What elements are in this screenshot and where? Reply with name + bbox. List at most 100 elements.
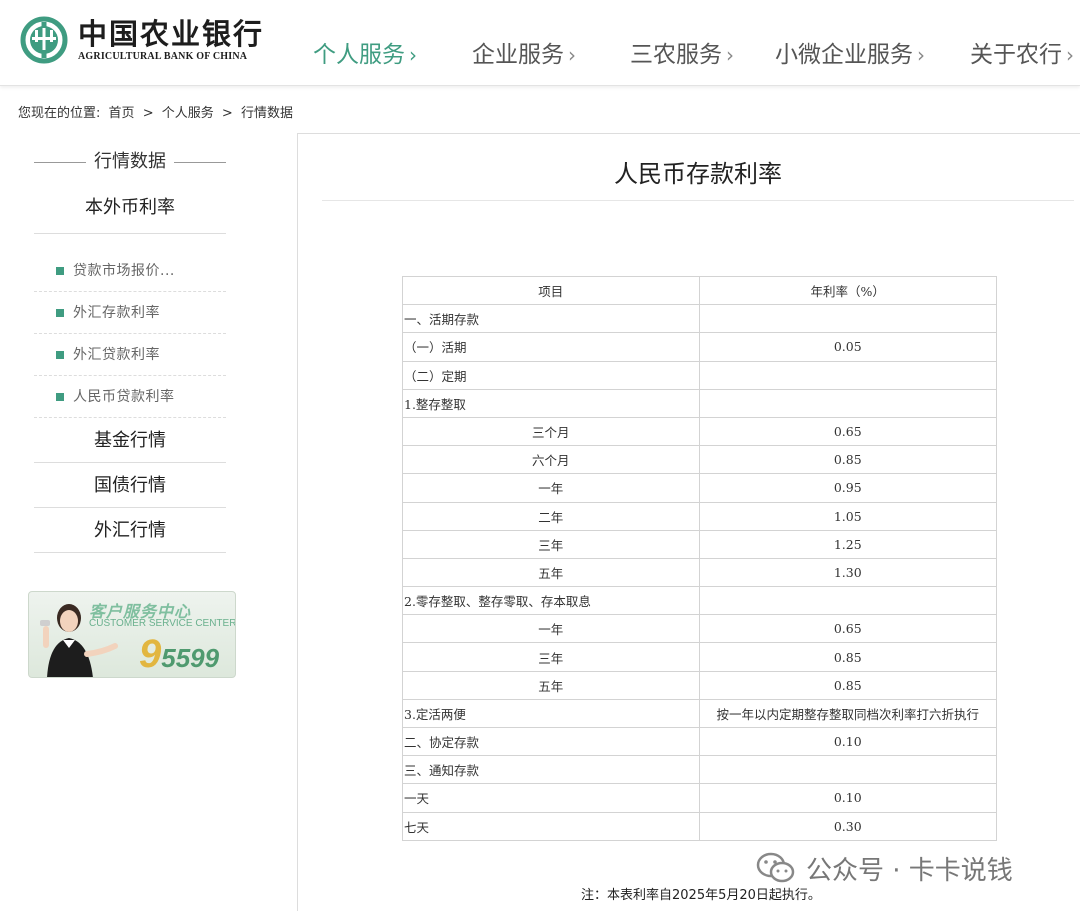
cell-item: 一年: [402, 614, 700, 644]
cell-item: 一年: [402, 473, 700, 503]
breadcrumb-separator: >: [221, 106, 233, 121]
nav-agriculture-services[interactable]: 三农服务 ›: [630, 38, 734, 72]
title-divider-left: [34, 162, 86, 163]
table-row: 三个月 0.65: [402, 416, 997, 447]
table-row: 五年 1.30: [402, 557, 997, 588]
cell-item: 三年: [402, 642, 700, 672]
breadcrumb-personal-services[interactable]: 个人服务: [162, 106, 214, 121]
table-row: 3.定活两便 按一年以内定期整存整取同档次利率打六折执行: [402, 698, 997, 729]
nav-corporate-services[interactable]: 企业服务 ›: [472, 38, 576, 72]
breadcrumb-separator: >: [142, 106, 154, 121]
table-row: 一天 0.10: [402, 783, 997, 813]
cell-rate: [698, 388, 997, 418]
bullet-square-icon: [56, 267, 64, 275]
sidebar-category-forex[interactable]: 外汇行情: [34, 508, 226, 553]
sidebar-item-fx-loan-rates[interactable]: 外汇贷款利率: [34, 334, 226, 376]
watermark-text: 公众号 · 卡卡说钱: [806, 855, 1013, 886]
cell-rate: 0.85: [698, 445, 997, 475]
cell-rate: 0.10: [698, 726, 997, 757]
cell-item: 三年: [402, 529, 700, 559]
sidebar-item-label: 贷款市场报价...: [73, 263, 175, 279]
cell-rate: 0.65: [698, 614, 997, 644]
cell-rate: 按一年以内定期整存整取同档次利率打六折执行: [698, 698, 997, 729]
cell-item: 三个月: [402, 416, 700, 447]
cell-rate: [698, 360, 997, 390]
customer-service-banner[interactable]: 客户服务中心 CUSTOMER SERVICE CENTER 95599: [28, 591, 236, 678]
service-center-en: CUSTOMER SERVICE CENTER: [89, 618, 236, 629]
table-row: 三年 1.25: [402, 529, 997, 559]
bullet-square-icon: [56, 393, 64, 401]
cell-rate: 0.85: [698, 670, 997, 700]
sidebar-category-funds[interactable]: 基金行情: [34, 418, 226, 463]
title-divider: [322, 200, 1074, 201]
sidebar-item-label: 人民币贷款利率: [73, 389, 175, 405]
cell-rate: 1.30: [698, 557, 997, 588]
column-header-item: 项目: [402, 275, 700, 306]
chevron-right-icon: ›: [917, 43, 925, 67]
cell-rate: 0.85: [698, 642, 997, 672]
cell-rate: [698, 755, 997, 785]
cell-item: 二、协定存款: [402, 726, 700, 757]
page-title: 人民币存款利率: [614, 160, 782, 188]
site-header: 中国农业银行 AGRICULTURAL BANK OF CHINA 个人服务 › …: [0, 0, 1080, 86]
cell-item: 三、通知存款: [402, 755, 700, 785]
table-row: 一年 0.95: [402, 473, 997, 503]
cell-item: （二）定期: [402, 360, 700, 390]
cell-rate: [698, 586, 997, 616]
breadcrumb-home[interactable]: 首页: [109, 106, 135, 121]
cell-item: （一）活期: [402, 332, 700, 362]
table-row: 二年 1.05: [402, 501, 997, 531]
cell-rate: 1.05: [698, 501, 997, 531]
cell-rate: 0.65: [698, 416, 997, 447]
deposit-rates-table: 项目 年利率（%） 一、活期存款 （一）活期 0.05 （二）定期 1.整存整取 三个月 0…: [402, 275, 997, 841]
sidebar-section-rates[interactable]: 本外币利率: [34, 182, 226, 234]
table-row: （一）活期 0.05: [402, 332, 997, 362]
breadcrumb-prefix: 您现在的位置:: [18, 106, 101, 121]
cell-item: 七天: [402, 811, 700, 841]
cell-item: 3.定活两便: [402, 698, 700, 729]
cell-rate: [698, 304, 997, 334]
nav-label: 关于农行: [970, 42, 1062, 68]
effective-date-note: 注：本表利率自2025年5月20日起执行。: [581, 888, 821, 903]
abc-logo-icon: [20, 16, 68, 64]
breadcrumb-market-data[interactable]: 行情数据: [241, 106, 293, 121]
nav-label: 小微企业服务: [775, 42, 913, 68]
column-header-rate: 年利率（%）: [698, 275, 997, 306]
bank-logo[interactable]: 中国农业银行 AGRICULTURAL BANK OF CHINA: [20, 14, 270, 66]
sidebar-rate-list: 贷款市场报价... 外汇存款利率 外汇贷款利率 人民币贷款利率: [34, 234, 226, 418]
nav-small-business-services[interactable]: 小微企业服务 ›: [775, 38, 925, 72]
cell-item: 1.整存整取: [402, 388, 700, 418]
sidebar-title: 行情数据: [34, 142, 226, 182]
nav-label: 企业服务: [472, 42, 564, 68]
sidebar-item-fx-deposit-rates[interactable]: 外汇存款利率: [34, 292, 226, 334]
table-row: 一年 0.65: [402, 614, 997, 644]
hotline-rest: 5599: [161, 643, 220, 673]
cell-item: 2.零存整取、整存零取、存本取息: [402, 586, 700, 616]
table-header-row: 项目 年利率（%）: [402, 275, 997, 306]
nav-personal-services[interactable]: 个人服务 ›: [313, 38, 417, 72]
sidebar-category-treasury-bonds[interactable]: 国债行情: [34, 463, 226, 508]
table-row: （二）定期: [402, 360, 997, 390]
nav-label: 个人服务: [313, 42, 405, 68]
table-row: 2.零存整取、整存零取、存本取息: [402, 586, 997, 616]
table-row: 三、通知存款: [402, 755, 997, 785]
nav-about-abc[interactable]: 关于农行 ›: [970, 38, 1074, 72]
cell-item: 一天: [402, 783, 700, 813]
table-row: 三年 0.85: [402, 642, 997, 672]
cell-rate: 0.30: [698, 811, 997, 841]
table-row: 七天 0.30: [402, 811, 997, 841]
table-row: 二、协定存款 0.10: [402, 726, 997, 757]
sidebar-item-rmb-loan-rates[interactable]: 人民币贷款利率: [34, 376, 226, 418]
chevron-right-icon: ›: [726, 43, 734, 67]
nav-label: 三农服务: [630, 42, 722, 68]
sidebar-item-lpr[interactable]: 贷款市场报价...: [34, 250, 226, 292]
chevron-right-icon: ›: [1066, 43, 1074, 67]
sidebar-item-label: 外汇贷款利率: [73, 347, 160, 363]
bullet-square-icon: [56, 351, 64, 359]
table-row: 六个月 0.85: [402, 445, 997, 475]
sidebar-title-text: 行情数据: [88, 151, 172, 172]
cell-item: 一、活期存款: [402, 304, 700, 334]
title-divider-right: [174, 162, 226, 163]
cell-rate: 0.10: [698, 783, 997, 813]
cell-item: 五年: [402, 557, 700, 588]
